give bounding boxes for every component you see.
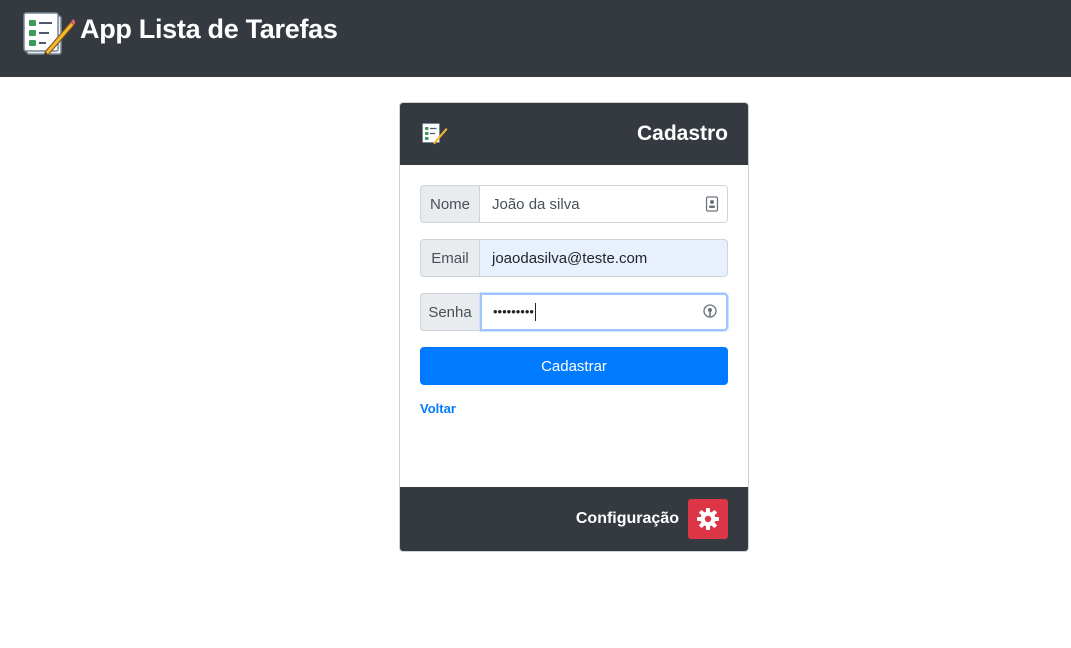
email-label: Email — [420, 239, 480, 277]
signup-card: Cadastro Nome João da silva Email joaoda… — [399, 102, 749, 552]
config-label: Configuração — [575, 510, 679, 527]
email-input-group: Email joaodasilva@teste.com — [420, 239, 728, 277]
top-navbar: App Lista de Tarefas — [0, 0, 1071, 77]
back-link[interactable]: Voltar — [420, 401, 456, 416]
email-value: joaodasilva@teste.com — [492, 249, 648, 267]
app-title: App Lista de Tarefas — [80, 14, 338, 44]
name-input-group: Nome João da silva — [420, 185, 728, 223]
card-footer: Configuração — [400, 487, 748, 551]
password-key-icon[interactable] — [702, 304, 718, 320]
name-field[interactable]: João da silva — [480, 185, 728, 223]
password-field[interactable]: ••••••••• — [480, 293, 728, 331]
config-button[interactable] — [688, 499, 728, 539]
text-caret — [534, 303, 536, 322]
register-button[interactable]: Cadastrar — [420, 347, 728, 385]
password-masked-value: ••••••••• — [493, 303, 534, 319]
password-label: Senha — [420, 293, 480, 331]
checklist-pencil-icon — [422, 123, 448, 145]
password-input-group: Senha ••••••••• — [420, 293, 728, 331]
checklist-pencil-icon — [23, 11, 75, 56]
name-value: João da silva — [492, 195, 580, 213]
card-header: Cadastro — [400, 103, 748, 165]
signup-form: Nome João da silva Email joaodasilva@tes… — [400, 165, 748, 487]
name-label: Nome — [420, 185, 480, 223]
card-title: Cadastro — [636, 122, 728, 145]
contact-card-icon[interactable] — [705, 196, 719, 212]
gear-icon — [697, 508, 719, 530]
email-field[interactable]: joaodasilva@teste.com — [480, 239, 728, 277]
